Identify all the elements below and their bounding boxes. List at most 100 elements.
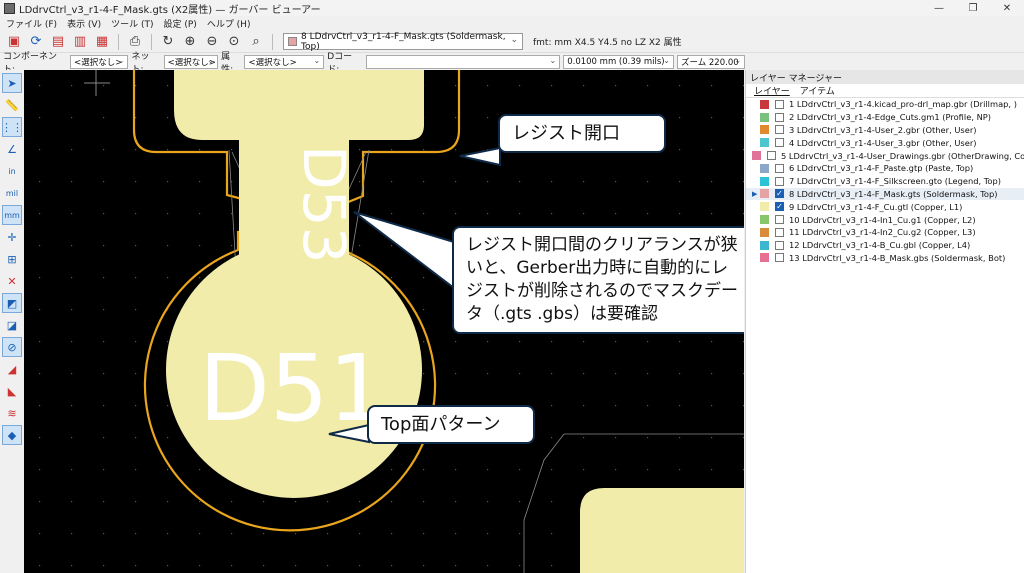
layer-row[interactable]: 6 LDdrvCtrl_v3_r1-4-F_Paste.gtp (Paste, … — [746, 162, 1024, 175]
restore-icon[interactable]: ❐ — [956, 0, 990, 16]
layer-row[interactable]: 11 LDdrvCtrl_v3_r1-4-In2_Cu.g2 (Copper, … — [746, 226, 1024, 239]
zoom-in-icon[interactable]: ⊕ — [180, 32, 200, 52]
layer-row-label: 9 LDdrvCtrl_v3_r1-4-F_Cu.gtl (Copper, L1… — [789, 201, 963, 212]
open-zip-icon[interactable]: ▦ — [92, 32, 112, 52]
layer-color-swatch[interactable] — [760, 253, 769, 263]
menu-help[interactable]: ヘルプ (H) — [207, 17, 251, 30]
menu-tools[interactable]: ツール (T) — [111, 17, 153, 30]
layer-visibility-checkbox[interactable] — [775, 99, 784, 109]
grid-toggle-icon[interactable]: ⋮⋮ — [1, 117, 23, 137]
layer-row[interactable]: ▶ ✓ 8 LDdrvCtrl_v3_r1-4-F_Mask.gts (Solder… — [746, 187, 1024, 201]
chevron-down-icon: ⌄ — [510, 35, 518, 45]
flashed-items-sketch-icon[interactable]: ◩ — [2, 293, 22, 313]
layer-visibility-checkbox[interactable] — [775, 215, 784, 225]
layer-row[interactable]: 1 LDdrvCtrl_v3_r1-4.kicad_pro-drl_map.gb… — [746, 98, 1024, 111]
layer-row[interactable]: 5 LDdrvCtrl_v3_r1-4-User_Drawings.gbr (O… — [746, 149, 1024, 162]
layer-row-label: 8 LDdrvCtrl_v3_r1-4-F_Mask.gts (Solderma… — [789, 188, 998, 199]
layer-row-label: 11 LDdrvCtrl_v3_r1-4-In2_Cu.g2 (Copper, … — [789, 227, 976, 238]
title-bar: LDdrvCtrl_v3_r1-4-F_Mask.gts (X2属性) — ガー… — [0, 0, 1024, 16]
minimize-icon[interactable]: — — [922, 0, 956, 16]
layer-color-swatch[interactable] — [760, 163, 769, 173]
copper-pad-corner — [580, 488, 744, 573]
layer-visibility-checkbox[interactable] — [775, 163, 784, 173]
layer-color-swatch[interactable] — [760, 99, 769, 109]
zoom-selection-icon[interactable]: ⌕ — [246, 32, 266, 52]
layer-manager-toggle-icon[interactable]: ◆ — [2, 425, 22, 445]
layer-color-swatch[interactable] — [760, 227, 769, 237]
zoom-select[interactable]: ズーム 220.00 ⌄ — [676, 55, 746, 69]
gerber-canvas[interactable]: D53 D51 レジスト開口 レジスト開口間のクリアランスが狭いと、Gerber… — [24, 70, 744, 573]
menu-settings[interactable]: 設定 (P) — [164, 17, 197, 30]
layer-visibility-checkbox[interactable] — [767, 151, 776, 161]
layer-color-swatch[interactable] — [760, 138, 769, 148]
units-mm-icon[interactable]: mm — [2, 205, 22, 225]
grid-select[interactable]: 0.0100 mm (0.39 mils) ⌄ — [563, 55, 674, 69]
layer-color-swatch — [288, 37, 297, 46]
layer-visibility-checkbox[interactable] — [775, 125, 784, 135]
active-layer-select[interactable]: 8 LDdrvCtrl_v3_r1-4-F_Mask.gts (Solderma… — [283, 32, 523, 52]
layer-row[interactable]: 10 LDdrvCtrl_v3_r1-4-In1_Cu.g1 (Copper, … — [746, 213, 1024, 226]
layer-row[interactable]: 3 LDdrvCtrl_v3_r1-4-User_2.gbr (Other, U… — [746, 124, 1024, 137]
component-select[interactable]: <選択なし> ⌄ — [70, 55, 129, 69]
polar-coords-icon[interactable]: ∠ — [2, 139, 22, 159]
negative-objects-icon[interactable]: ◢ — [2, 359, 22, 379]
layer-color-swatch[interactable] — [760, 125, 769, 135]
layer-row[interactable]: 2 LDdrvCtrl_v3_r1-4-Edge_Cuts.gm1 (Profi… — [746, 111, 1024, 124]
callout-resist-opening: レジスト開口 — [498, 114, 666, 153]
layer-row-label: 7 LDdrvCtrl_v3_r1-4-F_Silkscreen.gto (Le… — [789, 176, 1001, 187]
show-dcodes-icon[interactable]: ◣ — [2, 381, 22, 401]
close-icon[interactable]: ✕ — [990, 0, 1024, 16]
layer-row[interactable]: 4 LDdrvCtrl_v3_r1-4-User_3.gbr (Other, U… — [746, 136, 1024, 149]
dcode-display-icon[interactable]: ⊞ — [2, 249, 22, 269]
layer-visibility-checkbox[interactable] — [775, 253, 784, 263]
layer-row-label: 13 LDdrvCtrl_v3_r1-4-B_Mask.gbs (Solderm… — [789, 252, 1006, 263]
menu-file[interactable]: ファイル (F) — [6, 17, 57, 30]
layer-visibility-checkbox[interactable]: ✓ — [775, 189, 784, 199]
layer-color-swatch[interactable] — [760, 189, 769, 199]
polygons-sketch-icon[interactable]: ⊘ — [2, 337, 22, 357]
layer-row[interactable]: ✓ 9 LDdrvCtrl_v3_r1-4-F_Cu.gtl (Copper, L… — [746, 200, 1024, 213]
layer-visibility-checkbox[interactable] — [775, 240, 784, 250]
fullscreen-cursor-icon[interactable]: ✕ — [2, 271, 22, 291]
chevron-down-icon: ⌄ — [734, 56, 742, 65]
layer-color-swatch[interactable] — [760, 112, 769, 122]
tab-items[interactable]: アイテム — [800, 84, 835, 97]
layer-row[interactable]: 12 LDdrvCtrl_v3_r1-4-B_Cu.gbl (Copper, L… — [746, 239, 1024, 252]
chevron-down-icon: ⌄ — [207, 56, 215, 65]
units-inch-icon[interactable]: in — [2, 161, 22, 181]
layer-visibility-checkbox[interactable] — [775, 112, 784, 122]
callout-clearance-note: レジスト開口間のクリアランスが狭いと、Gerber出力時に自動的にレジストが削除… — [452, 226, 744, 334]
layer-visibility-checkbox[interactable] — [775, 176, 784, 186]
chevron-down-icon: ⌄ — [117, 56, 125, 65]
layer-color-swatch[interactable] — [760, 176, 769, 186]
layer-row[interactable]: 13 LDdrvCtrl_v3_r1-4-B_Mask.gbs (Solderm… — [746, 252, 1024, 265]
units-mil-icon[interactable]: mil — [2, 183, 22, 203]
net-select[interactable]: <選択なし> ⌄ — [163, 55, 219, 69]
layer-row-label: 10 LDdrvCtrl_v3_r1-4-In1_Cu.g1 (Copper, … — [789, 214, 976, 225]
app-icon — [4, 2, 15, 14]
cursor-shape-icon[interactable]: ✛ — [2, 227, 22, 247]
layer-color-swatch[interactable] — [752, 151, 761, 161]
lines-sketch-icon[interactable]: ◪ — [2, 315, 22, 335]
attribute-value: <選択なし> — [248, 58, 297, 68]
diff-mode-icon[interactable]: ≋ — [2, 403, 22, 423]
layer-visibility-checkbox[interactable] — [775, 138, 784, 148]
layer-color-swatch[interactable] — [760, 240, 769, 250]
grid-value: 0.0100 mm (0.39 mils) — [567, 57, 665, 67]
open-drill-icon[interactable]: ▥ — [70, 32, 90, 52]
redraw-icon[interactable]: ↻ — [158, 32, 178, 52]
layer-row[interactable]: 7 LDdrvCtrl_v3_r1-4-F_Silkscreen.gto (Le… — [746, 175, 1024, 188]
zoom-value: ズーム 220.00 — [680, 58, 739, 68]
tab-layers[interactable]: レイヤー — [754, 84, 790, 97]
zoom-out-icon[interactable]: ⊖ — [202, 32, 222, 52]
layer-visibility-checkbox[interactable] — [775, 227, 784, 237]
layer-color-swatch[interactable] — [760, 202, 769, 212]
select-cursor-icon[interactable]: ➤ — [2, 73, 22, 93]
layer-color-swatch[interactable] — [760, 215, 769, 225]
dcode-select[interactable]: ⌄ — [366, 55, 561, 69]
menu-view[interactable]: 表示 (V) — [67, 17, 101, 30]
layer-manager-panel: レイヤー マネージャー レイヤー アイテム 1 LDdrvCtrl_v3_r1-… — [745, 70, 1024, 573]
layer-visibility-checkbox[interactable]: ✓ — [775, 202, 784, 212]
attribute-select[interactable]: <選択なし> ⌄ — [244, 55, 325, 69]
measure-icon[interactable]: 📏 — [2, 95, 22, 115]
